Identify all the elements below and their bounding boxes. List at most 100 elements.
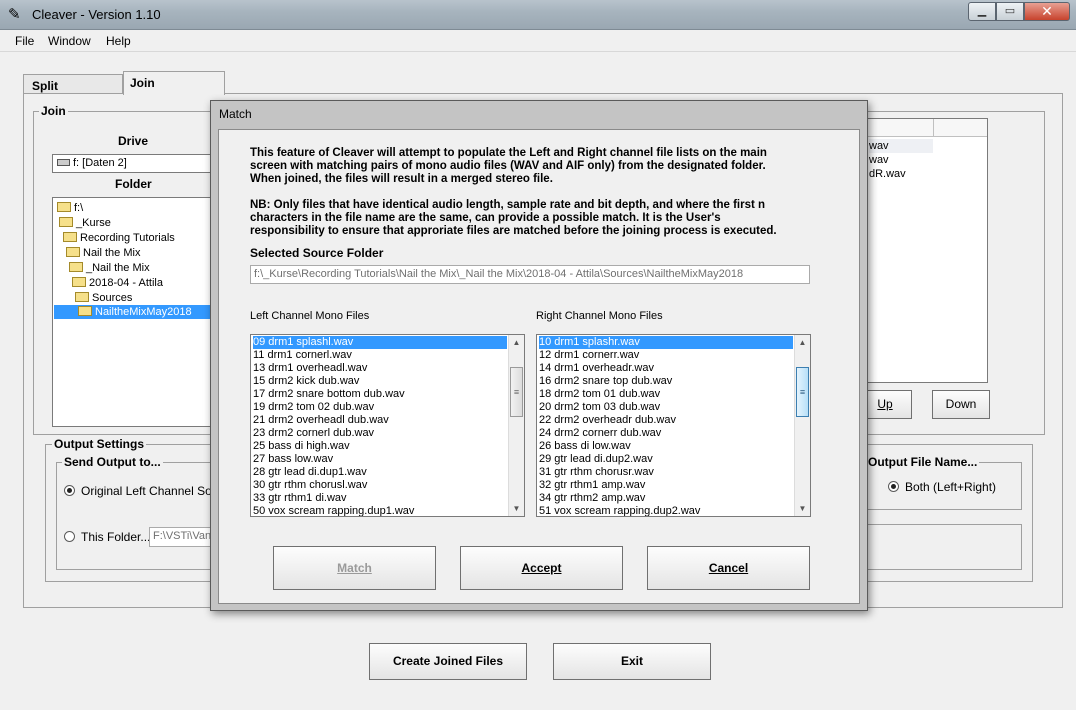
nb-line-3: responsibility to ensure that approriate… [250, 225, 777, 237]
list-item[interactable]: wav [869, 153, 889, 167]
tree-item[interactable]: Recording Tutorials [63, 231, 175, 245]
scroll-up-arrow-icon[interactable]: ▲ [509, 335, 524, 350]
output-file-name-label: Output File Name... [866, 455, 980, 469]
list-header-column[interactable] [933, 119, 987, 137]
list-item[interactable]: 34 gtr rthm2 amp.wav [539, 492, 645, 505]
right-list-scrollbar[interactable]: ▲ ≡ ▼ [794, 335, 810, 516]
list-item[interactable]: 31 gtr rthm chorusr.wav [539, 466, 654, 479]
radio-both-left-right[interactable] [888, 481, 899, 492]
list-item[interactable]: 29 gtr lead di.dup2.wav [539, 453, 653, 466]
folder-icon [75, 292, 89, 302]
menu-bar: File Window Help [0, 30, 1076, 52]
list-item[interactable]: 25 bass di high.wav [253, 440, 350, 453]
cleaver-window: ✎ Cleaver - Version 1.10 ▁ ▭ ✕ File Wind… [0, 0, 1076, 710]
cancel-button[interactable]: Cancel [647, 546, 810, 590]
radio-original-source[interactable] [64, 485, 75, 496]
tree-item[interactable]: Nail the Mix [66, 246, 140, 260]
drive-label: Drive [118, 134, 149, 148]
folder-label: Folder [115, 177, 152, 191]
list-item[interactable]: 17 drm2 snare bottom dub.wav [253, 388, 405, 401]
tree-item-selected[interactable]: NailtheMixMay2018 [54, 305, 210, 319]
list-item[interactable]: 24 drm2 cornerr dub.wav [539, 427, 661, 440]
list-item[interactable]: 26 bass di low.wav [539, 440, 631, 453]
right-channel-files-list[interactable]: 10 drm1 splashr.wav 12 drm1 cornerr.wav … [536, 334, 811, 517]
output-folder-field[interactable]: F:\VSTi\Van [149, 527, 219, 547]
left-list-scrollbar[interactable]: ▲ ≡ ▼ [508, 335, 524, 516]
list-item[interactable]: 30 gtr rthm chorusl.wav [253, 479, 367, 492]
list-item[interactable]: 15 drm2 kick dub.wav [253, 375, 359, 388]
window-title: Cleaver - Version 1.10 [32, 7, 161, 22]
dialog-body: This feature of Cleaver will attempt to … [218, 129, 860, 604]
tree-item[interactable]: f:\ [57, 201, 83, 215]
folder-icon [59, 217, 73, 227]
list-item[interactable]: 20 drm2 tom 03 dub.wav [539, 401, 660, 414]
menu-file[interactable]: File [15, 34, 34, 48]
folder-open-icon [78, 306, 92, 316]
minimize-button[interactable]: ▁ [968, 2, 996, 21]
output-settings-label: Output Settings [52, 437, 146, 451]
intro-line-2: screen with matching pairs of mono audio… [250, 160, 766, 172]
scroll-thumb[interactable]: ≡ [796, 367, 809, 417]
left-channel-files-list[interactable]: 09 drm1 splashl.wav 11 drm1 cornerl.wav … [250, 334, 525, 517]
intro-line-3: When joined, the files will result in a … [250, 173, 553, 185]
close-button[interactable]: ✕ [1024, 2, 1070, 21]
create-joined-files-button[interactable]: Create Joined Files [369, 643, 527, 680]
menu-window[interactable]: Window [48, 34, 91, 48]
down-button[interactable]: Down [932, 390, 990, 419]
list-item[interactable]: 21 drm2 overheadl dub.wav [253, 414, 389, 427]
match-dialog: Match This feature of Cleaver will attem… [210, 100, 868, 611]
list-item[interactable]: dR.wav [869, 167, 906, 181]
output-extra-group [860, 524, 1022, 570]
source-folder-field[interactable]: f:\_Kurse\Recording Tutorials\Nail the M… [250, 265, 810, 284]
list-item[interactable]: 28 gtr lead di.dup1.wav [253, 466, 367, 479]
nb-line-1: NB: Only files that have identical audio… [250, 199, 766, 211]
folder-icon [66, 247, 80, 257]
app-icon: ✎ [8, 6, 21, 23]
list-item[interactable]: 19 drm2 tom 02 dub.wav [253, 401, 374, 414]
scroll-down-arrow-icon[interactable]: ▼ [795, 501, 810, 516]
list-item[interactable]: 12 drm1 cornerr.wav [539, 349, 639, 362]
title-bar[interactable]: ✎ Cleaver - Version 1.10 ▁ ▭ ✕ [0, 0, 1076, 30]
match-button[interactable]: Match [273, 546, 436, 590]
list-item[interactable]: 22 drm2 overheadr dub.wav [539, 414, 676, 427]
maximize-button[interactable]: ▭ [996, 2, 1024, 21]
tree-item[interactable]: 2018-04 - Attila [72, 276, 163, 290]
list-item[interactable]: 13 drm1 overheadl.wav [253, 362, 367, 375]
scroll-thumb[interactable]: ≡ [510, 367, 523, 417]
accept-button[interactable]: Accept [460, 546, 623, 590]
list-item[interactable]: wav [869, 139, 933, 153]
list-item[interactable]: 18 drm2 tom 01 dub.wav [539, 388, 660, 401]
list-item[interactable]: 50 vox scream rapping.dup1.wav [253, 505, 414, 516]
drive-select[interactable]: f: [Daten 2] [52, 154, 212, 173]
folder-tree[interactable]: f:\ _Kurse Recording Tutorials Nail the … [52, 197, 212, 427]
list-item[interactable]: 11 drm1 cornerl.wav [253, 349, 352, 362]
drive-value: f: [Daten 2] [73, 157, 127, 169]
list-item-selected[interactable]: 09 drm1 splashl.wav [253, 336, 507, 349]
scroll-up-arrow-icon[interactable]: ▲ [795, 335, 810, 350]
tree-item[interactable]: _Kurse [59, 216, 111, 230]
list-item[interactable]: 32 gtr rthm1 amp.wav [539, 479, 645, 492]
tree-item[interactable]: _Nail the Mix [69, 261, 150, 275]
list-item[interactable]: 33 gtr rthm1 di.wav [253, 492, 347, 505]
intro-line-1: This feature of Cleaver will attempt to … [250, 147, 767, 159]
list-item[interactable]: 23 drm2 cornerl dub.wav [253, 427, 374, 440]
right-channel-label: Right Channel Mono Files [536, 310, 663, 322]
right-channel-list[interactable]: wav wav dR.wav [866, 118, 988, 383]
menu-help[interactable]: Help [106, 34, 131, 48]
tab-join[interactable]: Join [123, 71, 225, 95]
list-item[interactable]: 14 drm1 overheadr.wav [539, 362, 654, 375]
list-header [867, 119, 987, 137]
list-item[interactable]: 27 bass low.wav [253, 453, 333, 466]
list-item-selected[interactable]: 10 drm1 splashr.wav [539, 336, 793, 349]
drive-icon [57, 159, 70, 166]
list-item[interactable]: 16 drm2 snare top dub.wav [539, 375, 672, 388]
nb-line-2: characters in the file name are the same… [250, 212, 721, 224]
exit-button[interactable]: Exit [553, 643, 711, 680]
list-item[interactable]: 51 vox scream rapping.dup2.wav [539, 505, 700, 516]
radio-this-folder[interactable] [64, 531, 75, 542]
left-channel-label: Left Channel Mono Files [250, 310, 370, 322]
tree-item[interactable]: Sources [75, 291, 132, 305]
send-output-group [56, 462, 226, 570]
scroll-down-arrow-icon[interactable]: ▼ [509, 501, 524, 516]
join-group-label: Join [39, 104, 68, 118]
